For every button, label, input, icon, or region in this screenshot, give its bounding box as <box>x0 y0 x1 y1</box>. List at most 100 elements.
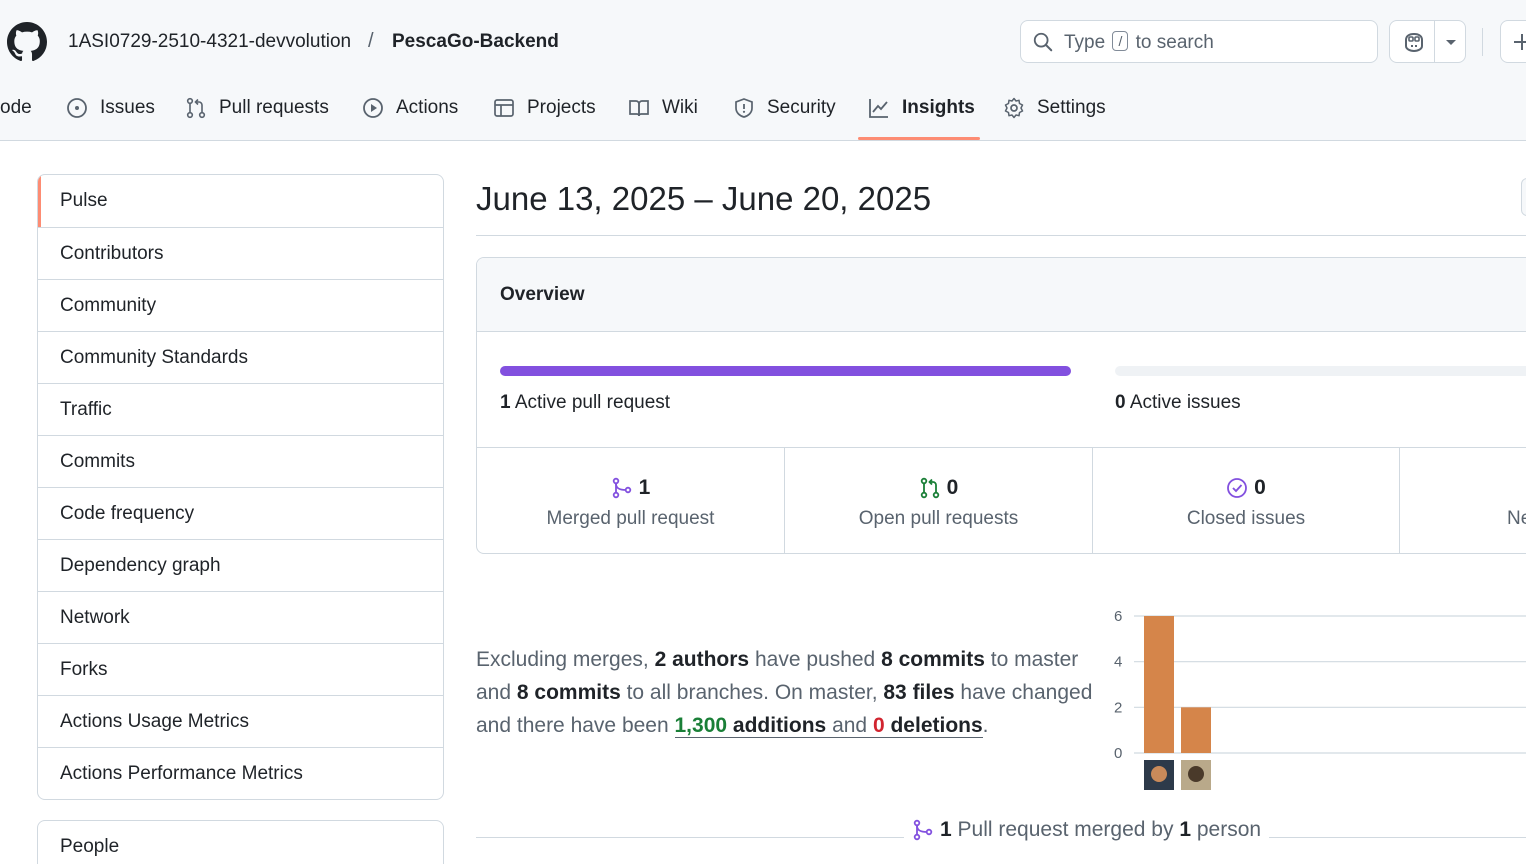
tab-code[interactable]: ode <box>0 90 32 126</box>
tab-insights-label: Insights <box>902 97 975 118</box>
period-dropdown-button[interactable] <box>1521 178 1526 216</box>
sidebar-item-pulse[interactable]: Pulse <box>38 175 443 227</box>
summary-text-4: to all branches. On master, <box>620 681 884 704</box>
additions-label: additions <box>727 714 827 737</box>
github-logo-icon[interactable] <box>7 22 47 62</box>
overview-title: Overview <box>477 258 1526 332</box>
summary-text-1: Excluding merges, <box>476 648 655 671</box>
y-tick-label: 4 <box>1114 654 1122 671</box>
tab-wiki[interactable]: Wiki <box>628 90 698 126</box>
tab-issues-label: Issues <box>100 97 155 118</box>
tab-projects-label: Projects <box>527 97 596 118</box>
slash-key-hint: / <box>1112 31 1129 51</box>
active-pr-bar-fill <box>500 366 1071 376</box>
search-suffix: to search <box>1135 32 1214 53</box>
copilot-divider <box>1434 21 1435 62</box>
stat-closed-issues[interactable]: 0 Closed issues <box>1093 448 1400 553</box>
sidebar-item-commits[interactable]: Commits <box>38 435 443 487</box>
stat-open-prs[interactable]: 0 Open pull requests <box>785 448 1093 553</box>
copilot-button[interactable] <box>1389 20 1466 63</box>
tab-code-label: ode <box>0 97 32 118</box>
active-tab-indicator <box>858 137 980 140</box>
active-pr-bar <box>500 366 1071 376</box>
merged-pr-people-count: 1 <box>1179 818 1192 841</box>
active-pr-caption[interactable]: 1 Active pull request <box>500 392 670 414</box>
author-avatar[interactable] <box>1181 760 1211 790</box>
stat-new-issues[interactable]: Ne <box>1400 448 1526 553</box>
git-pull-request-icon <box>920 477 939 499</box>
copilot-icon <box>1405 32 1423 53</box>
author-avatar[interactable] <box>1144 760 1174 790</box>
issue-opened-icon <box>67 98 87 118</box>
tab-wiki-label: Wiki <box>662 97 698 118</box>
sidebar-item-actions-performance-metrics[interactable]: Actions Performance Metrics <box>38 747 443 799</box>
stat-new-issues-label: Ne <box>1507 508 1526 529</box>
create-new-button[interactable] <box>1500 20 1526 63</box>
graph-icon <box>869 99 888 118</box>
overview-stats: 1 Merged pull request 0 Open pull reques… <box>477 447 1526 553</box>
merged-pr-text: Pull request merged by <box>957 818 1174 841</box>
active-issues-label: Active issues <box>1129 392 1241 413</box>
summary-commits-all: 8 commits <box>516 681 621 704</box>
people-sidebar: People <box>37 820 444 864</box>
summary-text-2: have pushed <box>749 648 882 671</box>
breadcrumb-owner[interactable]: 1ASI0729-2510-4321-devvolution <box>68 31 351 53</box>
stat-closed-issues-value: 0 <box>1254 476 1266 499</box>
active-issues-count: 0 <box>1115 392 1126 413</box>
git-pull-request-icon <box>186 97 206 119</box>
tab-security[interactable]: Security <box>733 90 836 126</box>
chart-bar[interactable] <box>1144 616 1174 753</box>
tab-security-label: Security <box>767 97 836 118</box>
sidebar-item-community-standards[interactable]: Community Standards <box>38 331 443 383</box>
diff-stats-link[interactable]: 1,300 additions and 0 deletions <box>674 714 983 738</box>
stat-closed-issues-label: Closed issues <box>1186 508 1306 529</box>
tab-pull-requests-label: Pull requests <box>219 97 329 118</box>
breadcrumb-repo[interactable]: PescaGo-Backend <box>392 31 559 53</box>
sidebar-item-traffic[interactable]: Traffic <box>38 383 443 435</box>
stat-open-prs-value: 0 <box>946 476 959 499</box>
chevron-down-icon[interactable] <box>1443 32 1459 52</box>
insights-sidebar: Pulse Contributors Community Community S… <box>37 174 444 800</box>
commit-summary: Excluding merges, 2 authors have pushed … <box>476 643 1101 742</box>
chart-bar[interactable] <box>1181 707 1211 753</box>
gear-icon <box>1004 97 1024 119</box>
sidebar-item-actions-usage-metrics[interactable]: Actions Usage Metrics <box>38 695 443 747</box>
merged-pr-count: 1 <box>940 818 952 841</box>
stat-merged-prs-value: 1 <box>638 476 651 499</box>
tab-pull-requests[interactable]: Pull requests <box>185 90 329 126</box>
search-input[interactable]: Type / to search <box>1020 20 1378 63</box>
stat-merged-prs[interactable]: 1 Merged pull request <box>477 448 785 553</box>
y-tick-label: 2 <box>1114 699 1122 716</box>
merged-pr-heading: 1 Pull request merged by 1 person <box>904 818 1270 842</box>
commits-by-author-chart: 0 2 4 6 <box>1114 608 1526 790</box>
summary-end: . <box>982 714 989 737</box>
sidebar-item-community[interactable]: Community <box>38 279 443 331</box>
active-issues-bar <box>1115 366 1526 376</box>
git-merge-icon <box>913 819 933 841</box>
sidebar-item-network[interactable]: Network <box>38 591 443 643</box>
tab-settings[interactable]: Settings <box>1003 90 1106 126</box>
sidebar-item-forks[interactable]: Forks <box>38 643 443 695</box>
git-merge-icon <box>612 477 631 499</box>
active-pr-label: Active pull request <box>514 392 671 413</box>
stat-merged-prs-label: Merged pull request <box>546 508 715 529</box>
play-icon <box>363 98 383 118</box>
sidebar-item-people[interactable]: People <box>38 821 443 864</box>
summary-files: 83 files <box>883 681 955 704</box>
y-tick-label: 6 <box>1114 608 1122 625</box>
active-issues-caption[interactable]: 0 Active issues <box>1115 392 1241 414</box>
title-divider <box>476 235 1526 236</box>
tab-insights[interactable]: Insights <box>868 90 975 126</box>
search-placeholder: Type / to search <box>1064 31 1214 54</box>
tab-issues[interactable]: Issues <box>66 90 155 126</box>
active-pr-count: 1 <box>500 392 511 413</box>
tab-settings-label: Settings <box>1037 97 1106 118</box>
header-divider <box>1482 28 1483 56</box>
tab-actions[interactable]: Actions <box>362 90 458 126</box>
sidebar-item-contributors[interactable]: Contributors <box>38 227 443 279</box>
tab-projects[interactable]: Projects <box>493 90 596 126</box>
sidebar-item-code-frequency[interactable]: Code frequency <box>38 487 443 539</box>
sidebar-item-dependency-graph[interactable]: Dependency graph <box>38 539 443 591</box>
tab-actions-label: Actions <box>396 97 459 118</box>
page-title: June 13, 2025 – June 20, 2025 <box>476 180 932 217</box>
